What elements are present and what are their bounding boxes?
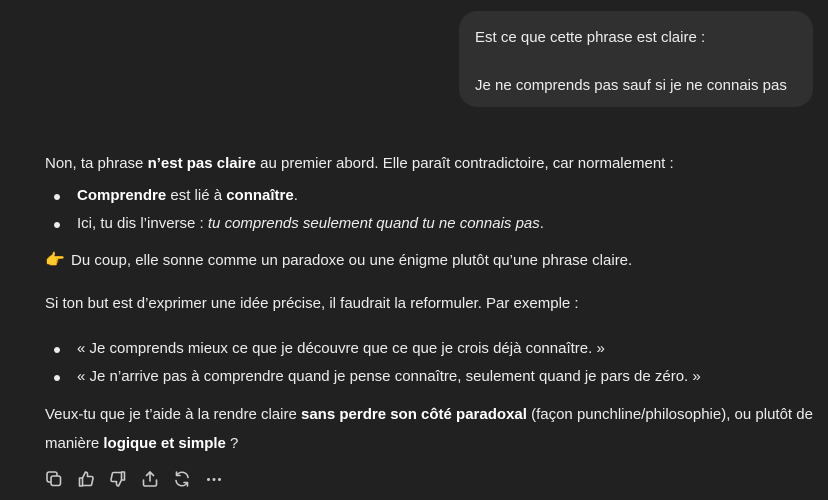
bad-response-button[interactable] [109,468,141,490]
share-button[interactable] [141,468,173,490]
conclusion-paragraph: 👉 Du coup, elle sonne comme un paradoxe o… [45,249,632,273]
user-message-line-2: Je ne comprends pas sauf si je ne connai… [475,77,787,94]
conclusion-text: Du coup, elle sonne comme un paradoxe ou… [71,252,633,269]
bullet-icon [54,347,60,353]
list-item-text: est lié à [166,187,227,204]
more-options-button[interactable] [205,468,237,490]
question-text-1: Veux-tu que je t’aide à la rendre claire [45,406,301,423]
question-bold-2: logique et simple [103,435,226,452]
explanation-list: Comprendre est lié à connaître. Ici, tu … [45,184,544,240]
intro-bold: n’est pas claire [147,155,256,172]
question-paragraph: Veux-tu que je t’aide à la rendre claire… [45,400,815,458]
more-icon [207,478,221,481]
intro-text-2: au premier abord. Elle paraît contradict… [255,155,674,172]
examples-list: « Je comprends mieux ce que je découvre … [45,337,701,393]
list-item: Comprendre est lié à connaître. [45,184,544,212]
list-item-italic: tu comprends seulement quand tu ne conna… [207,215,540,232]
assistant-intro-paragraph: Non, ta phrase n’est pas claire au premi… [45,152,674,176]
reformulate-paragraph: Si ton but est d’exprimer une idée préci… [45,295,579,312]
list-item: « Je n’arrive pas à comprendre quand je … [45,365,701,393]
list-item: « Je comprends mieux ce que je découvre … [45,337,701,365]
bullet-icon [54,375,60,381]
user-message-line-1: Est ce que cette phrase est claire : [475,29,706,46]
thumbs-down-icon [110,471,126,487]
regenerate-button[interactable] [173,468,205,490]
intro-text-1: Non, ta phrase [45,155,148,172]
list-item-text: . [293,187,298,204]
list-item-text: Ici, tu dis l’inverse : [77,215,208,232]
share-icon [142,471,158,487]
list-item-text: . [539,215,544,232]
copy-button[interactable] [45,468,77,490]
copy-icon [46,471,62,487]
regenerate-icon [175,471,189,487]
question-text-3: ? [225,435,239,452]
good-response-button[interactable] [77,468,109,490]
example-text: « Je n’arrive pas à comprendre quand je … [77,368,701,385]
example-text: « Je comprends mieux ce que je découvre … [77,340,605,357]
list-item-bold: Comprendre [77,187,167,204]
pointing-hand-icon: 👉 [45,252,65,269]
bullet-icon [54,222,60,228]
list-item-bold: connaître [226,187,294,204]
thumbs-up-icon [78,471,94,487]
bullet-icon [54,194,60,200]
list-item: Ici, tu dis l’inverse : tu comprends seu… [45,212,544,240]
user-message-bubble: Est ce que cette phrase est claire : Je … [459,11,813,107]
message-actions-bar [45,468,237,490]
question-bold-1: sans perdre son côté paradoxal [301,406,527,423]
